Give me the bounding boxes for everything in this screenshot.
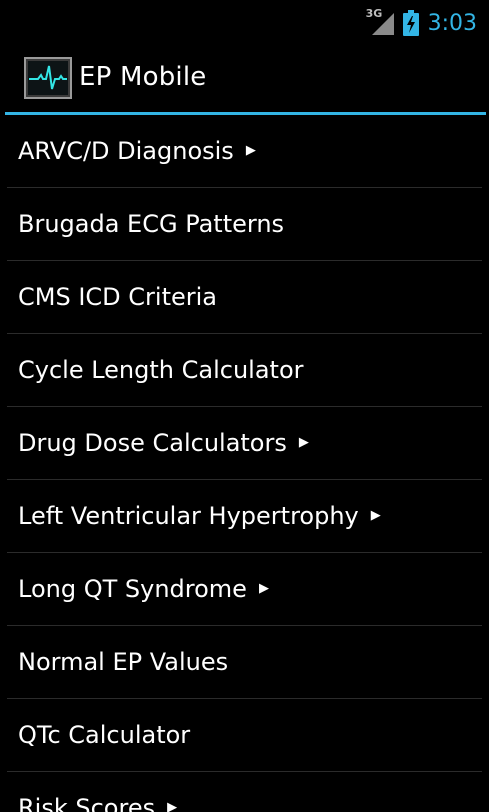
menu-item-label: Drug Dose Calculators xyxy=(18,429,287,457)
status-clock: 3:03 xyxy=(427,10,477,36)
menu-item-drug-dose-calculators[interactable]: Drug Dose Calculators ▶ xyxy=(7,407,482,480)
menu-item-cycle-length-calculator[interactable]: Cycle Length Calculator xyxy=(7,334,482,407)
network-type-label: 3G xyxy=(365,7,383,20)
menu-item-label: QTc Calculator xyxy=(18,721,191,749)
menu-item-risk-scores[interactable]: Risk Scores ▶ xyxy=(7,772,482,812)
menu-item-qtc-calculator[interactable]: QTc Calculator xyxy=(7,699,482,772)
menu-item-label: Cycle Length Calculator xyxy=(18,356,304,384)
status-icons: 3G 3:03 xyxy=(365,7,477,38)
submenu-arrow-icon: ▶ xyxy=(245,142,256,158)
menu-item-arvc-d-diagnosis[interactable]: ARVC/D Diagnosis ▶ xyxy=(7,115,482,188)
menu-item-left-ventricular-hypertrophy[interactable]: Left Ventricular Hypertrophy ▶ xyxy=(7,480,482,553)
app-title: EP Mobile xyxy=(79,62,207,92)
menu-item-label: CMS ICD Criteria xyxy=(18,283,217,311)
submenu-arrow-icon: ▶ xyxy=(258,580,269,596)
menu-item-label: Normal EP Values xyxy=(18,648,229,676)
menu-item-label: Risk Scores xyxy=(18,794,156,812)
action-bar: EP Mobile xyxy=(0,44,489,112)
main-menu-list: ARVC/D Diagnosis ▶ Brugada ECG Patterns … xyxy=(0,115,489,812)
battery-charging-icon xyxy=(402,10,419,36)
menu-item-long-qt-syndrome[interactable]: Long QT Syndrome ▶ xyxy=(7,553,482,626)
menu-item-label: Brugada ECG Patterns xyxy=(18,210,285,238)
menu-item-label: Left Ventricular Hypertrophy xyxy=(18,502,359,530)
submenu-arrow-icon: ▶ xyxy=(298,434,309,450)
status-bar: 3G 3:03 xyxy=(0,0,489,44)
signal-strength-icon: 3G xyxy=(365,7,396,37)
menu-item-label: Long QT Syndrome xyxy=(18,575,247,603)
menu-item-normal-ep-values[interactable]: Normal EP Values xyxy=(7,626,482,699)
menu-item-label: ARVC/D Diagnosis xyxy=(18,137,234,165)
menu-item-brugada-ecg-patterns[interactable]: Brugada ECG Patterns xyxy=(7,188,482,261)
menu-item-cms-icd-criteria[interactable]: CMS ICD Criteria xyxy=(7,261,482,334)
submenu-arrow-icon: ▶ xyxy=(370,507,381,523)
ecg-waveform-icon[interactable] xyxy=(24,57,72,99)
submenu-arrow-icon: ▶ xyxy=(167,799,178,812)
